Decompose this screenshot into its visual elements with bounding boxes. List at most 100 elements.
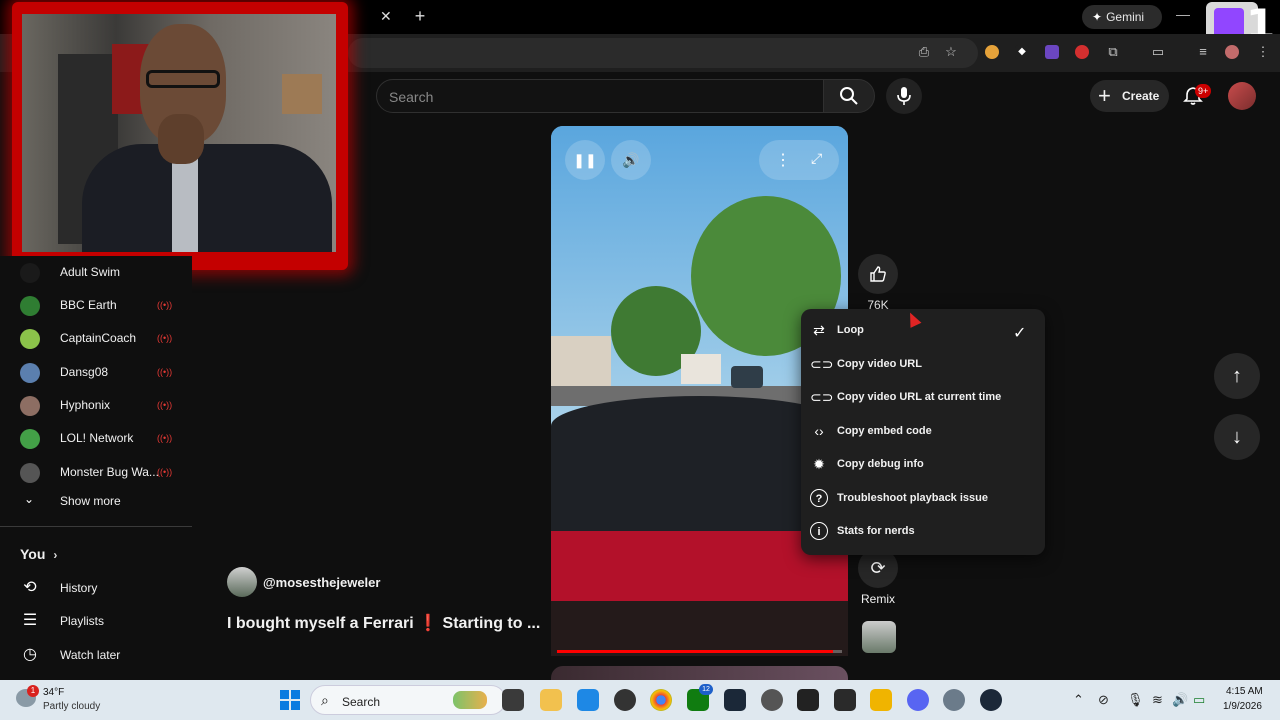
discord-icon[interactable] — [907, 689, 929, 711]
start-button[interactable] — [280, 690, 300, 710]
remix-icon: ⟳ — [870, 558, 886, 578]
sidebar-subscription-item[interactable]: Hyphonix ((•)) — [0, 389, 192, 423]
new-tab-button[interactable]: + — [410, 5, 430, 27]
reading-mode-icon[interactable]: ▭ — [1150, 44, 1166, 60]
profile-avatar-icon[interactable] — [1225, 45, 1239, 59]
clock-date[interactable]: 1/9/2026 — [1223, 701, 1262, 712]
sidebar-subscription-item[interactable]: BBC Earth ((•)) — [0, 289, 192, 323]
link-icon: ⊂⊃ — [810, 355, 834, 372]
sound-thumbnail[interactable] — [862, 621, 896, 653]
create-button[interactable]: + Create — [1090, 80, 1169, 112]
search-icon: ⌕ — [321, 692, 329, 708]
menu-item-label: Loop — [837, 324, 864, 336]
extensions-icon[interactable]: ⧉ — [1105, 44, 1121, 60]
account-avatar[interactable] — [1228, 82, 1256, 110]
you-section-heading[interactable]: You › — [20, 546, 57, 562]
subscription-name: Adult Swim — [60, 265, 121, 279]
extension-red-icon[interactable] — [1075, 45, 1089, 59]
browser-menu-icon[interactable]: ⋮ — [1255, 44, 1271, 60]
video-title[interactable]: I bought myself a Ferrari ❗ Starting to … — [227, 613, 540, 633]
file-explorer-icon[interactable] — [540, 689, 562, 711]
windows-taskbar: 1 34°F Partly cloudy ⌕ Search ⌃ ⊘ 🎙 ≋ 🔊 … — [0, 680, 1280, 720]
menu-item-stats-for-nerds[interactable]: i Stats for nerds — [801, 515, 1045, 548]
sidebar-item-watch-later[interactable]: ◷ Watch later — [0, 638, 192, 672]
xbox-badge: 12 — [699, 684, 713, 695]
menu-item-troubleshoot-playback-issue[interactable]: ? Troubleshoot playback issue — [801, 482, 1045, 515]
sidebar-subscription-item[interactable]: LOL! Network ((•)) — [0, 422, 192, 456]
more-options-icon[interactable]: ⋮ — [775, 150, 791, 170]
tray-mic-icon[interactable]: 🎙 — [1127, 692, 1144, 708]
steam-alt-icon[interactable] — [980, 689, 1002, 711]
tray-sync-icon[interactable]: ⊘ — [1098, 692, 1109, 708]
7zip-icon[interactable] — [797, 689, 819, 711]
next-video-button[interactable]: ↓ — [1214, 414, 1260, 460]
chrome-icon[interactable] — [650, 689, 672, 711]
menu-item-label: Copy embed code — [837, 424, 932, 437]
next-video-preview[interactable] — [551, 666, 848, 680]
previous-video-button[interactable]: ↑ — [1214, 353, 1260, 399]
sidebar-item-history[interactable]: ⟲ History — [0, 571, 192, 605]
app-circle-icon[interactable] — [761, 689, 783, 711]
install-app-icon[interactable]: ⎙ — [916, 44, 932, 60]
chevron-down-icon: ⌄ — [24, 492, 35, 506]
like-button[interactable] — [858, 254, 898, 294]
show-more-label: Show more — [60, 494, 121, 508]
weather-temperature[interactable]: 34°F — [43, 687, 64, 698]
weather-description[interactable]: Partly cloudy — [43, 701, 100, 712]
search-icon — [840, 87, 858, 105]
sidebar-item-label: Playlists — [60, 614, 105, 628]
speaker-icon[interactable]: 🔊 — [1172, 692, 1188, 708]
minimize-button[interactable]: — — [1176, 6, 1190, 22]
taskbar-search[interactable]: ⌕ Search — [310, 685, 506, 715]
steam-icon[interactable] — [724, 689, 746, 711]
extension-diamond-icon[interactable]: ◆ — [1015, 45, 1029, 59]
address-bar[interactable] — [348, 38, 978, 68]
sidebar-item-playlists[interactable]: ☰ Playlists — [0, 604, 192, 638]
search-field[interactable] — [376, 79, 824, 113]
wifi-icon[interactable]: ≋ — [1152, 692, 1163, 708]
menu-item-copy-embed-code[interactable]: ‹› Copy embed code — [801, 415, 1045, 448]
video-progress-bar[interactable] — [557, 650, 842, 653]
live-indicator-icon: ((•)) — [157, 367, 173, 377]
weather-badge: 1 — [27, 685, 39, 697]
store-icon[interactable] — [577, 689, 599, 711]
subscription-name: Hyphonix — [60, 398, 111, 412]
menu-item-copy-video-url[interactable]: ⊂⊃ Copy video URL — [801, 348, 1045, 381]
menu-item-label: Stats for nerds — [837, 525, 915, 537]
sidebar-subscription-item[interactable]: CaptainCoach ((•)) — [0, 322, 192, 356]
menu-item-copy-video-url-at-current-time[interactable]: ⊂⊃ Copy video URL at current time — [801, 381, 1045, 414]
volume-icon: 🔊 — [622, 152, 640, 168]
subscription-name: LOL! Network — [60, 431, 134, 445]
menu-item-loop[interactable]: ⇄ Loop ✓ — [801, 314, 1045, 347]
rockstar-icon[interactable] — [870, 689, 892, 711]
tab-search-icon[interactable]: ≡ — [1195, 44, 1211, 60]
obs-icon[interactable] — [614, 689, 636, 711]
tray-overflow-icon[interactable]: ⌃ — [1073, 692, 1084, 708]
extension-color-icon[interactable] — [985, 45, 999, 59]
search-button[interactable] — [823, 79, 875, 113]
fullscreen-icon[interactable]: ⤢ — [811, 150, 822, 167]
clock-time[interactable]: 4:15 AM — [1226, 686, 1263, 697]
show-more-button[interactable]: ⌄ Show more — [0, 484, 192, 518]
sidebar: Adult Swim BBC Earth ((•)) CaptainCoach ((•)… — [0, 256, 192, 680]
sidebar-subscription-item[interactable]: Adult Swim — [0, 256, 192, 290]
sidebar-subscription-item[interactable]: Dansg08 ((•)) — [0, 356, 192, 390]
thumbs-up-icon — [870, 266, 886, 282]
settings-icon[interactable] — [943, 689, 965, 711]
battery-icon[interactable]: ▭ — [1193, 692, 1205, 708]
pause-button[interactable]: ❚❚ — [565, 140, 605, 180]
search-input[interactable] — [389, 87, 809, 107]
extension-twitch-icon[interactable] — [1045, 45, 1059, 59]
voice-search-button[interactable] — [886, 78, 922, 114]
volume-button[interactable]: 🔊 — [611, 140, 651, 180]
tab-close-icon[interactable]: ✕ — [380, 8, 392, 25]
channel-avatar[interactable] — [227, 567, 257, 597]
link-icon: ⊂⊃ — [810, 389, 834, 405]
menu-item-copy-debug-info[interactable]: ✹ Copy debug info — [801, 448, 1045, 481]
task-view-icon[interactable] — [502, 689, 524, 711]
playlists-icon: ☰ — [22, 612, 38, 629]
gemini-button[interactable]: ✦ Gemini — [1082, 5, 1162, 29]
epic-games-icon[interactable] — [834, 689, 856, 711]
bookmark-star-icon[interactable]: ☆ — [943, 44, 959, 60]
channel-name[interactable]: @mosesthejeweler — [263, 575, 380, 590]
